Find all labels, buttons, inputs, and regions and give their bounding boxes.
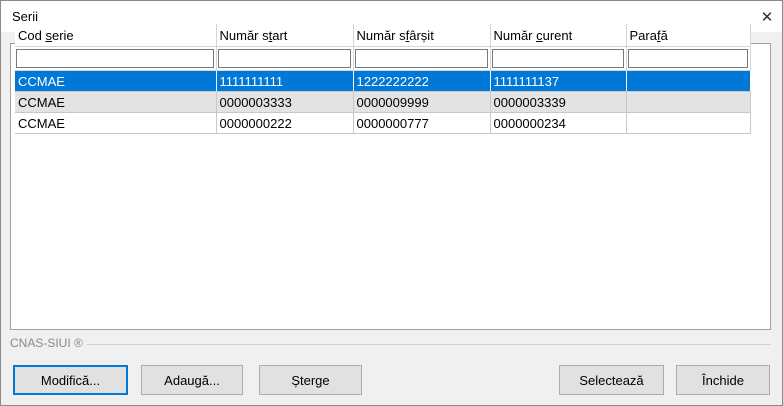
cell-numar-start: 0000000222: [216, 112, 354, 134]
column-header-numar-sfarsit[interactable]: Număr sfârșit: [353, 24, 491, 47]
column-header-parafa[interactable]: Parafă: [626, 24, 751, 47]
cell-parafa: [626, 112, 751, 134]
column-header-numar-curent[interactable]: Număr curent: [490, 24, 627, 47]
cell-numar-sfarsit: 0000000777: [353, 112, 491, 134]
delete-button[interactable]: Șterge: [259, 365, 362, 395]
serii-dialog: Serii ✕ Cod serie Număr start Număr sfâr…: [0, 0, 783, 406]
table-row[interactable]: CCMAE 0000000222 0000000777 0000000234: [15, 112, 751, 134]
filter-row: [15, 46, 751, 71]
add-button[interactable]: Adaugă...: [141, 365, 243, 395]
close-icon: ✕: [760, 8, 774, 26]
close-dialog-button[interactable]: Închide: [676, 365, 770, 395]
cell-numar-curent: 0000003339: [490, 91, 627, 113]
filter-input-numar-curent[interactable]: [491, 48, 624, 68]
cell-numar-start: 0000003333: [216, 91, 354, 113]
cell-numar-sfarsit: 1222222222: [353, 70, 491, 92]
filter-input-numar-start[interactable]: [217, 48, 351, 68]
cell-parafa: [626, 91, 751, 113]
cell-numar-start: 1111111111: [216, 70, 354, 92]
column-header-numar-start[interactable]: Număr start: [216, 24, 354, 47]
table-header-row: Cod serie Număr start Număr sfârșit Numă…: [15, 24, 751, 47]
filter-input-parafa[interactable]: [627, 48, 748, 68]
select-button[interactable]: Selectează: [559, 365, 664, 395]
cell-numar-curent: 0000000234: [490, 112, 627, 134]
filter-input-numar-sfarsit[interactable]: [354, 48, 488, 68]
table-row[interactable]: CCMAE 0000003333 0000009999 0000003339: [15, 91, 751, 113]
series-table: Cod serie Număr start Număr sfârșit Numă…: [15, 24, 751, 134]
window-title: Serii: [12, 9, 39, 24]
filter-input-cod-serie[interactable]: [16, 48, 214, 68]
cell-cod-serie: CCMAE: [15, 112, 217, 134]
cell-numar-sfarsit: 0000009999: [353, 91, 491, 113]
cell-cod-serie: CCMAE: [15, 70, 217, 92]
footer-brand-label: CNAS-SIUI ®: [10, 336, 87, 350]
table-row[interactable]: CCMAE 1111111111 1222222222 1111111137: [15, 70, 751, 92]
close-button[interactable]: ✕: [752, 1, 782, 32]
column-header-cod-serie[interactable]: Cod serie: [15, 24, 217, 47]
footer-divider: [81, 344, 771, 345]
cell-numar-curent: 1111111137: [490, 70, 627, 92]
cell-parafa: [626, 70, 751, 92]
cell-cod-serie: CCMAE: [15, 91, 217, 113]
modify-button[interactable]: Modifică...: [13, 365, 128, 395]
